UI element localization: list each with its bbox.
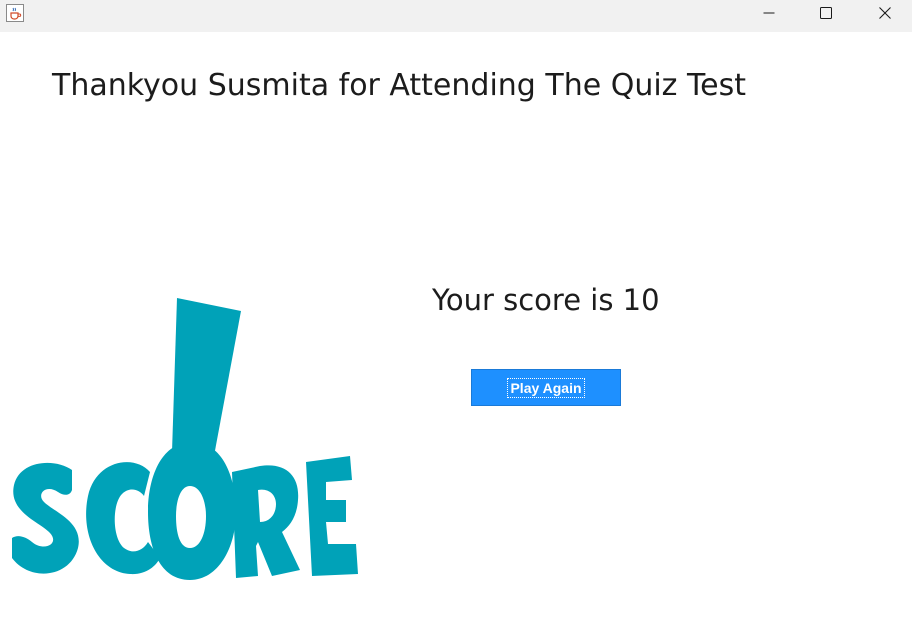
thank-you-heading: Thankyou Susmita for Attending The Quiz … bbox=[52, 68, 747, 103]
close-icon bbox=[879, 7, 891, 19]
maximize-button[interactable] bbox=[797, 0, 855, 26]
play-again-label: Play Again bbox=[507, 377, 585, 398]
java-cup-icon[interactable] bbox=[6, 4, 24, 22]
minimize-icon bbox=[763, 12, 775, 14]
score-graphic-image bbox=[12, 298, 358, 580]
close-button[interactable] bbox=[856, 0, 912, 26]
quiz-result-window: Thankyou Susmita for Attending The Quiz … bbox=[0, 0, 912, 640]
minimize-button[interactable] bbox=[740, 0, 798, 26]
play-again-button[interactable]: Play Again bbox=[471, 369, 621, 406]
score-label: Your score is 10 bbox=[432, 283, 660, 317]
maximize-icon bbox=[820, 7, 832, 19]
title-bar bbox=[0, 0, 912, 32]
